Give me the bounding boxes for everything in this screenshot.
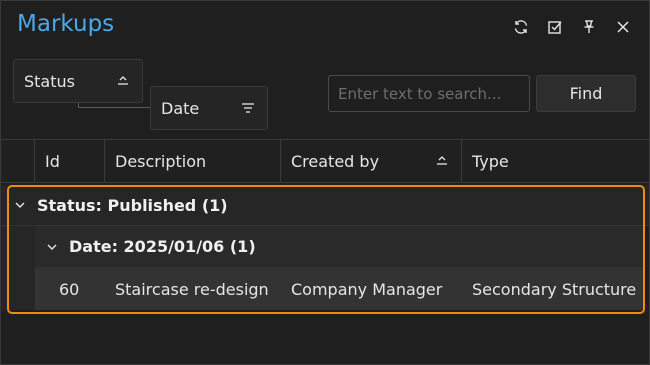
filter-icon[interactable] (241, 101, 255, 115)
cell-description: Staircase re-design (115, 279, 269, 299)
find-button[interactable]: Find (536, 75, 636, 112)
panel-title: Markups (17, 11, 115, 37)
group-connector (78, 103, 151, 108)
group-indent-gutter (1, 226, 35, 310)
group-row-date[interactable]: Date: 2025/01/06 (1) (35, 226, 645, 268)
group-row-status-label: Status: Published (1) (37, 195, 228, 215)
column-header-type[interactable]: Type (462, 140, 649, 182)
markups-grid: Id Description Created by Type Status: P… (1, 139, 649, 364)
markups-panel: Markups Status Date Enter text to search… (0, 0, 650, 365)
header-indent (1, 140, 35, 182)
group-chip-date[interactable]: Date (150, 86, 268, 130)
column-header-description[interactable]: Description (105, 140, 281, 182)
chevron-down-icon[interactable] (13, 198, 27, 212)
group-chip-status-label: Status (24, 71, 75, 91)
title-actions (509, 15, 635, 39)
column-header-id[interactable]: Id (35, 140, 105, 182)
group-chip-status[interactable]: Status (13, 59, 143, 103)
refresh-icon[interactable] (509, 15, 533, 39)
cell-created-by: Company Manager (291, 279, 443, 299)
cell-id: 60 (59, 279, 80, 299)
group-row-status[interactable]: Status: Published (1) (1, 185, 649, 226)
cell-type: Secondary Structure (472, 279, 637, 299)
sort-ascending-icon (437, 156, 447, 165)
checkbox-icon[interactable] (543, 15, 567, 39)
pin-icon[interactable] (577, 15, 601, 39)
grid-header: Id Description Created by Type (1, 139, 649, 183)
column-header-created-by[interactable]: Created by (281, 140, 462, 182)
column-header-created-by-label: Created by (291, 151, 380, 171)
table-row[interactable]: 60 Staircase re-design Company Manager S… (35, 268, 645, 310)
chevron-down-icon[interactable] (45, 240, 59, 254)
close-icon[interactable] (611, 15, 635, 39)
search-input[interactable] (328, 75, 530, 112)
sort-ascending-icon[interactable] (116, 74, 130, 88)
group-row-date-label: Date: 2025/01/06 (1) (69, 237, 256, 256)
group-chip-date-label: Date (161, 98, 200, 118)
